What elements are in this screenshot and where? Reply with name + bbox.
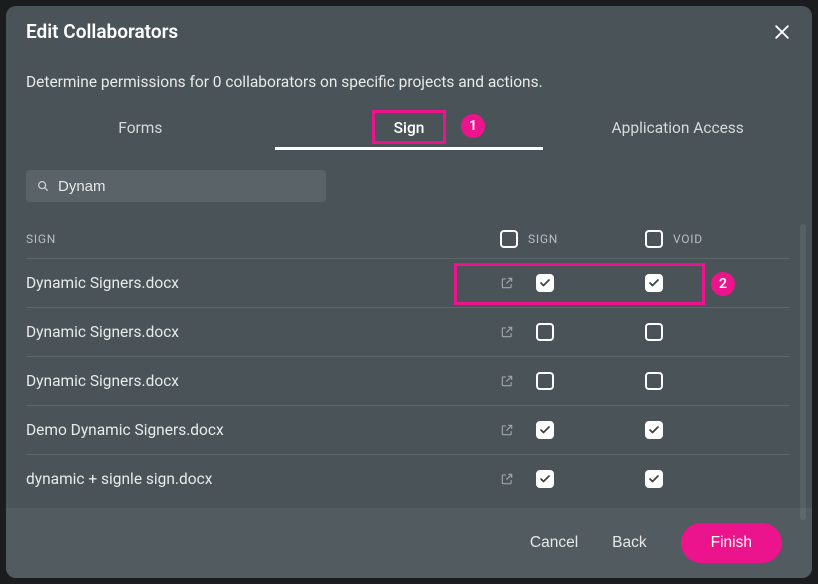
sign-checkbox[interactable] bbox=[536, 274, 554, 292]
sign-checkbox[interactable] bbox=[536, 323, 554, 341]
close-icon[interactable] bbox=[772, 22, 792, 42]
table-row: Dynamic Signers.docx bbox=[26, 307, 790, 356]
tutorial-marker-1: 1 bbox=[461, 114, 485, 138]
back-button[interactable]: Back bbox=[612, 534, 646, 552]
file-name: Dynamic Signers.docx bbox=[26, 372, 179, 390]
sign-checkbox[interactable] bbox=[536, 372, 554, 390]
tutorial-marker-2: 2 bbox=[711, 272, 735, 296]
finish-button[interactable]: Finish bbox=[681, 523, 782, 563]
sign-checkbox[interactable] bbox=[536, 470, 554, 488]
modal-title: Edit Collaborators bbox=[26, 20, 178, 43]
file-name: Demo Dynamic Signers.docx bbox=[26, 421, 224, 439]
tab-label: Application Access bbox=[612, 119, 744, 137]
sign-checkbox[interactable] bbox=[536, 421, 554, 439]
open-external-icon[interactable] bbox=[500, 472, 514, 486]
modal-description: Determine permissions for 0 collaborator… bbox=[6, 51, 812, 107]
search-input[interactable] bbox=[26, 170, 326, 202]
table-row: Dynamic Signers.docx bbox=[26, 258, 790, 307]
void-checkbox[interactable] bbox=[645, 470, 663, 488]
tabs: Forms Sign Application Access bbox=[6, 107, 812, 150]
open-external-icon[interactable] bbox=[500, 276, 514, 290]
tab-label: Forms bbox=[118, 119, 162, 137]
column-header-name: SIGN bbox=[26, 232, 500, 246]
void-checkbox[interactable] bbox=[645, 372, 663, 390]
tab-application-access[interactable]: Application Access bbox=[543, 107, 812, 150]
cancel-button[interactable]: Cancel bbox=[530, 534, 578, 552]
edit-collaborators-modal: Edit Collaborators Determine permissions… bbox=[6, 6, 812, 578]
void-checkbox[interactable] bbox=[645, 421, 663, 439]
open-external-icon[interactable] bbox=[500, 325, 514, 339]
table-row: Demo Dynamic Signers.docx bbox=[26, 405, 790, 454]
file-name: Dynamic Signers.docx bbox=[26, 274, 179, 292]
open-external-icon[interactable] bbox=[500, 374, 514, 388]
table-row: Dynamic Signers.docx bbox=[26, 356, 790, 405]
scrollbar[interactable] bbox=[800, 224, 806, 520]
file-name: Dynamic Signers.docx bbox=[26, 323, 179, 341]
modal-header: Edit Collaborators bbox=[6, 6, 812, 51]
column-header-void: VOID bbox=[673, 232, 703, 246]
tab-label: Sign bbox=[394, 119, 425, 137]
modal-footer: Cancel Back Finish bbox=[6, 508, 812, 578]
column-header-sign: SIGN bbox=[528, 232, 558, 246]
table-header: SIGN SIGN VOID bbox=[26, 230, 790, 248]
search-wrapper bbox=[26, 170, 326, 202]
void-checkbox[interactable] bbox=[645, 323, 663, 341]
select-all-sign-checkbox[interactable] bbox=[500, 230, 518, 248]
void-checkbox[interactable] bbox=[645, 274, 663, 292]
file-name: dynamic + signle sign.docx bbox=[26, 470, 212, 488]
select-all-void-checkbox[interactable] bbox=[645, 230, 663, 248]
tab-sign[interactable]: Sign bbox=[275, 107, 544, 150]
search-icon bbox=[36, 179, 50, 193]
tab-forms[interactable]: Forms bbox=[6, 107, 275, 150]
modal-body: SIGN SIGN VOID Dynamic Signers.docxDynam… bbox=[6, 150, 812, 508]
document-rows: Dynamic Signers.docx Dynamic Signers.docx… bbox=[26, 258, 790, 508]
table-row: dynamic + signle sign.docx bbox=[26, 454, 790, 503]
open-external-icon[interactable] bbox=[500, 423, 514, 437]
